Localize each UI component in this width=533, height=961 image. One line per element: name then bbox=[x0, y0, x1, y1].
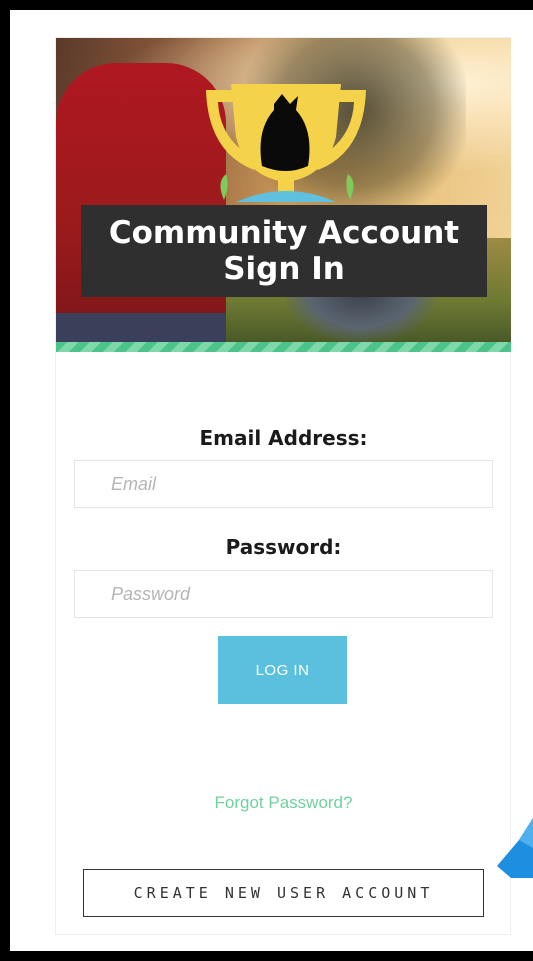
email-label: Email Address: bbox=[199, 426, 368, 450]
password-label: Password: bbox=[225, 535, 342, 559]
hero-person-legs bbox=[56, 313, 226, 342]
login-button[interactable]: LOG IN bbox=[218, 636, 347, 704]
signin-card: Community Account Sign In Email Address:… bbox=[55, 37, 511, 935]
password-input[interactable] bbox=[74, 570, 493, 618]
pointer-arrow-icon bbox=[497, 818, 533, 878]
create-account-button[interactable]: CREATE NEW USER ACCOUNT bbox=[83, 869, 484, 917]
trophy-icon bbox=[206, 84, 366, 202]
page-title: Community Account Sign In bbox=[81, 205, 487, 297]
page-title-line2: Sign In bbox=[223, 251, 345, 287]
hero-banner: Community Account Sign In bbox=[56, 38, 511, 342]
forgot-password-link[interactable]: Forgot Password? bbox=[56, 793, 511, 813]
page-title-line1: Community Account bbox=[108, 215, 460, 251]
email-input[interactable] bbox=[74, 460, 493, 508]
hero-stripe-divider bbox=[56, 342, 511, 352]
